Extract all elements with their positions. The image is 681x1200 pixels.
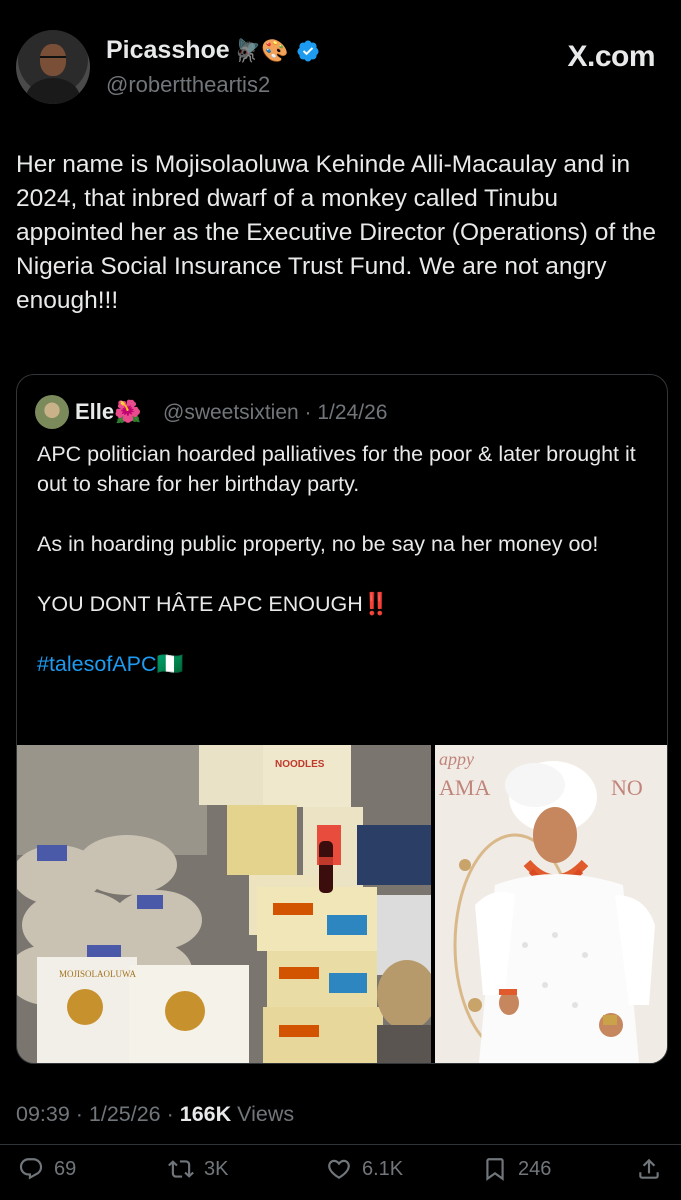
author-emoji: 🪰🎨 — [233, 37, 289, 63]
quote-image-noodles[interactable]: MOJISOLAOLUWA NOODLES — [17, 745, 431, 1063]
like-count: 6.1K — [362, 1157, 404, 1180]
repost-icon — [168, 1160, 194, 1178]
author-name-row[interactable]: Picasshoe 🪰🎨 — [106, 36, 320, 65]
repost-button[interactable]: 3K — [168, 1156, 228, 1182]
timestamp[interactable]: 09:39 · 1/25/26 · — [16, 1102, 180, 1126]
bookmark-button[interactable]: 246 — [482, 1156, 551, 1182]
site-watermark: X.com — [567, 40, 655, 73]
bag-print-text: MOJISOLAOLUWA — [59, 969, 136, 979]
bookmark-icon — [486, 1158, 504, 1181]
quote-paragraph: YOU DONT HÂTE APC ENOUGH‼️ — [37, 592, 390, 616]
bookmark-count: 246 — [518, 1157, 552, 1180]
author-avatar[interactable] — [16, 30, 90, 104]
share-button[interactable] — [636, 1156, 662, 1182]
nigeria-flag-icon: 🇳🇬 — [156, 652, 184, 676]
backdrop-text-left: AMA — [439, 775, 490, 800]
tweet-meta: 09:39 · 1/25/26 · 166K Views — [16, 1102, 294, 1127]
divider — [0, 1144, 681, 1145]
tweet-text: Her name is Mojisolaoluwa Kehinde Alli-M… — [16, 151, 657, 314]
quote-author-name[interactable]: Elle🌺 — [75, 399, 142, 425]
quote-handle-date[interactable]: @sweetsixtien · 1/24/26 — [163, 401, 387, 425]
reply-count: 69 — [54, 1157, 77, 1180]
verified-badge-icon — [297, 40, 319, 61]
carton-label-text: NOODLES — [275, 759, 325, 770]
hashtag-link[interactable]: #talesofAPC — [37, 652, 157, 676]
repost-count: 3K — [204, 1157, 229, 1180]
like-button[interactable]: 6.1K — [326, 1156, 403, 1182]
backdrop-text-right: NO — [611, 775, 643, 800]
quote-paragraph: As in hoarding public property, no be sa… — [37, 532, 599, 556]
heart-icon — [328, 1159, 350, 1179]
quote-name-emoji: 🌺 — [114, 399, 142, 424]
backdrop-script-text: appy — [439, 749, 474, 769]
quote-text: APC politician hoarded palliatives for t… — [37, 439, 647, 709]
reply-icon — [19, 1158, 43, 1180]
quote-hashtag-line: #talesofAPC🇳🇬 — [37, 649, 647, 679]
author-name[interactable]: Picasshoe — [106, 36, 230, 65]
double-exclamation-icon: ‼️ — [362, 592, 390, 616]
quote-author-avatar[interactable] — [35, 395, 69, 429]
views-label: Views — [231, 1102, 295, 1126]
quote-image-celebrant[interactable]: appy AMA NO — [435, 745, 667, 1063]
share-icon — [639, 1158, 659, 1179]
views-count: 166K — [179, 1102, 232, 1126]
quote-tweet-card[interactable]: Elle🌺 @sweetsixtien · 1/24/26 APC politi… — [16, 374, 668, 1064]
quote-paragraph: APC politician hoarded palliatives for t… — [37, 442, 636, 496]
author-handle[interactable]: @roberttheartis2 — [106, 72, 270, 98]
reply-button[interactable]: 69 — [18, 1156, 76, 1182]
